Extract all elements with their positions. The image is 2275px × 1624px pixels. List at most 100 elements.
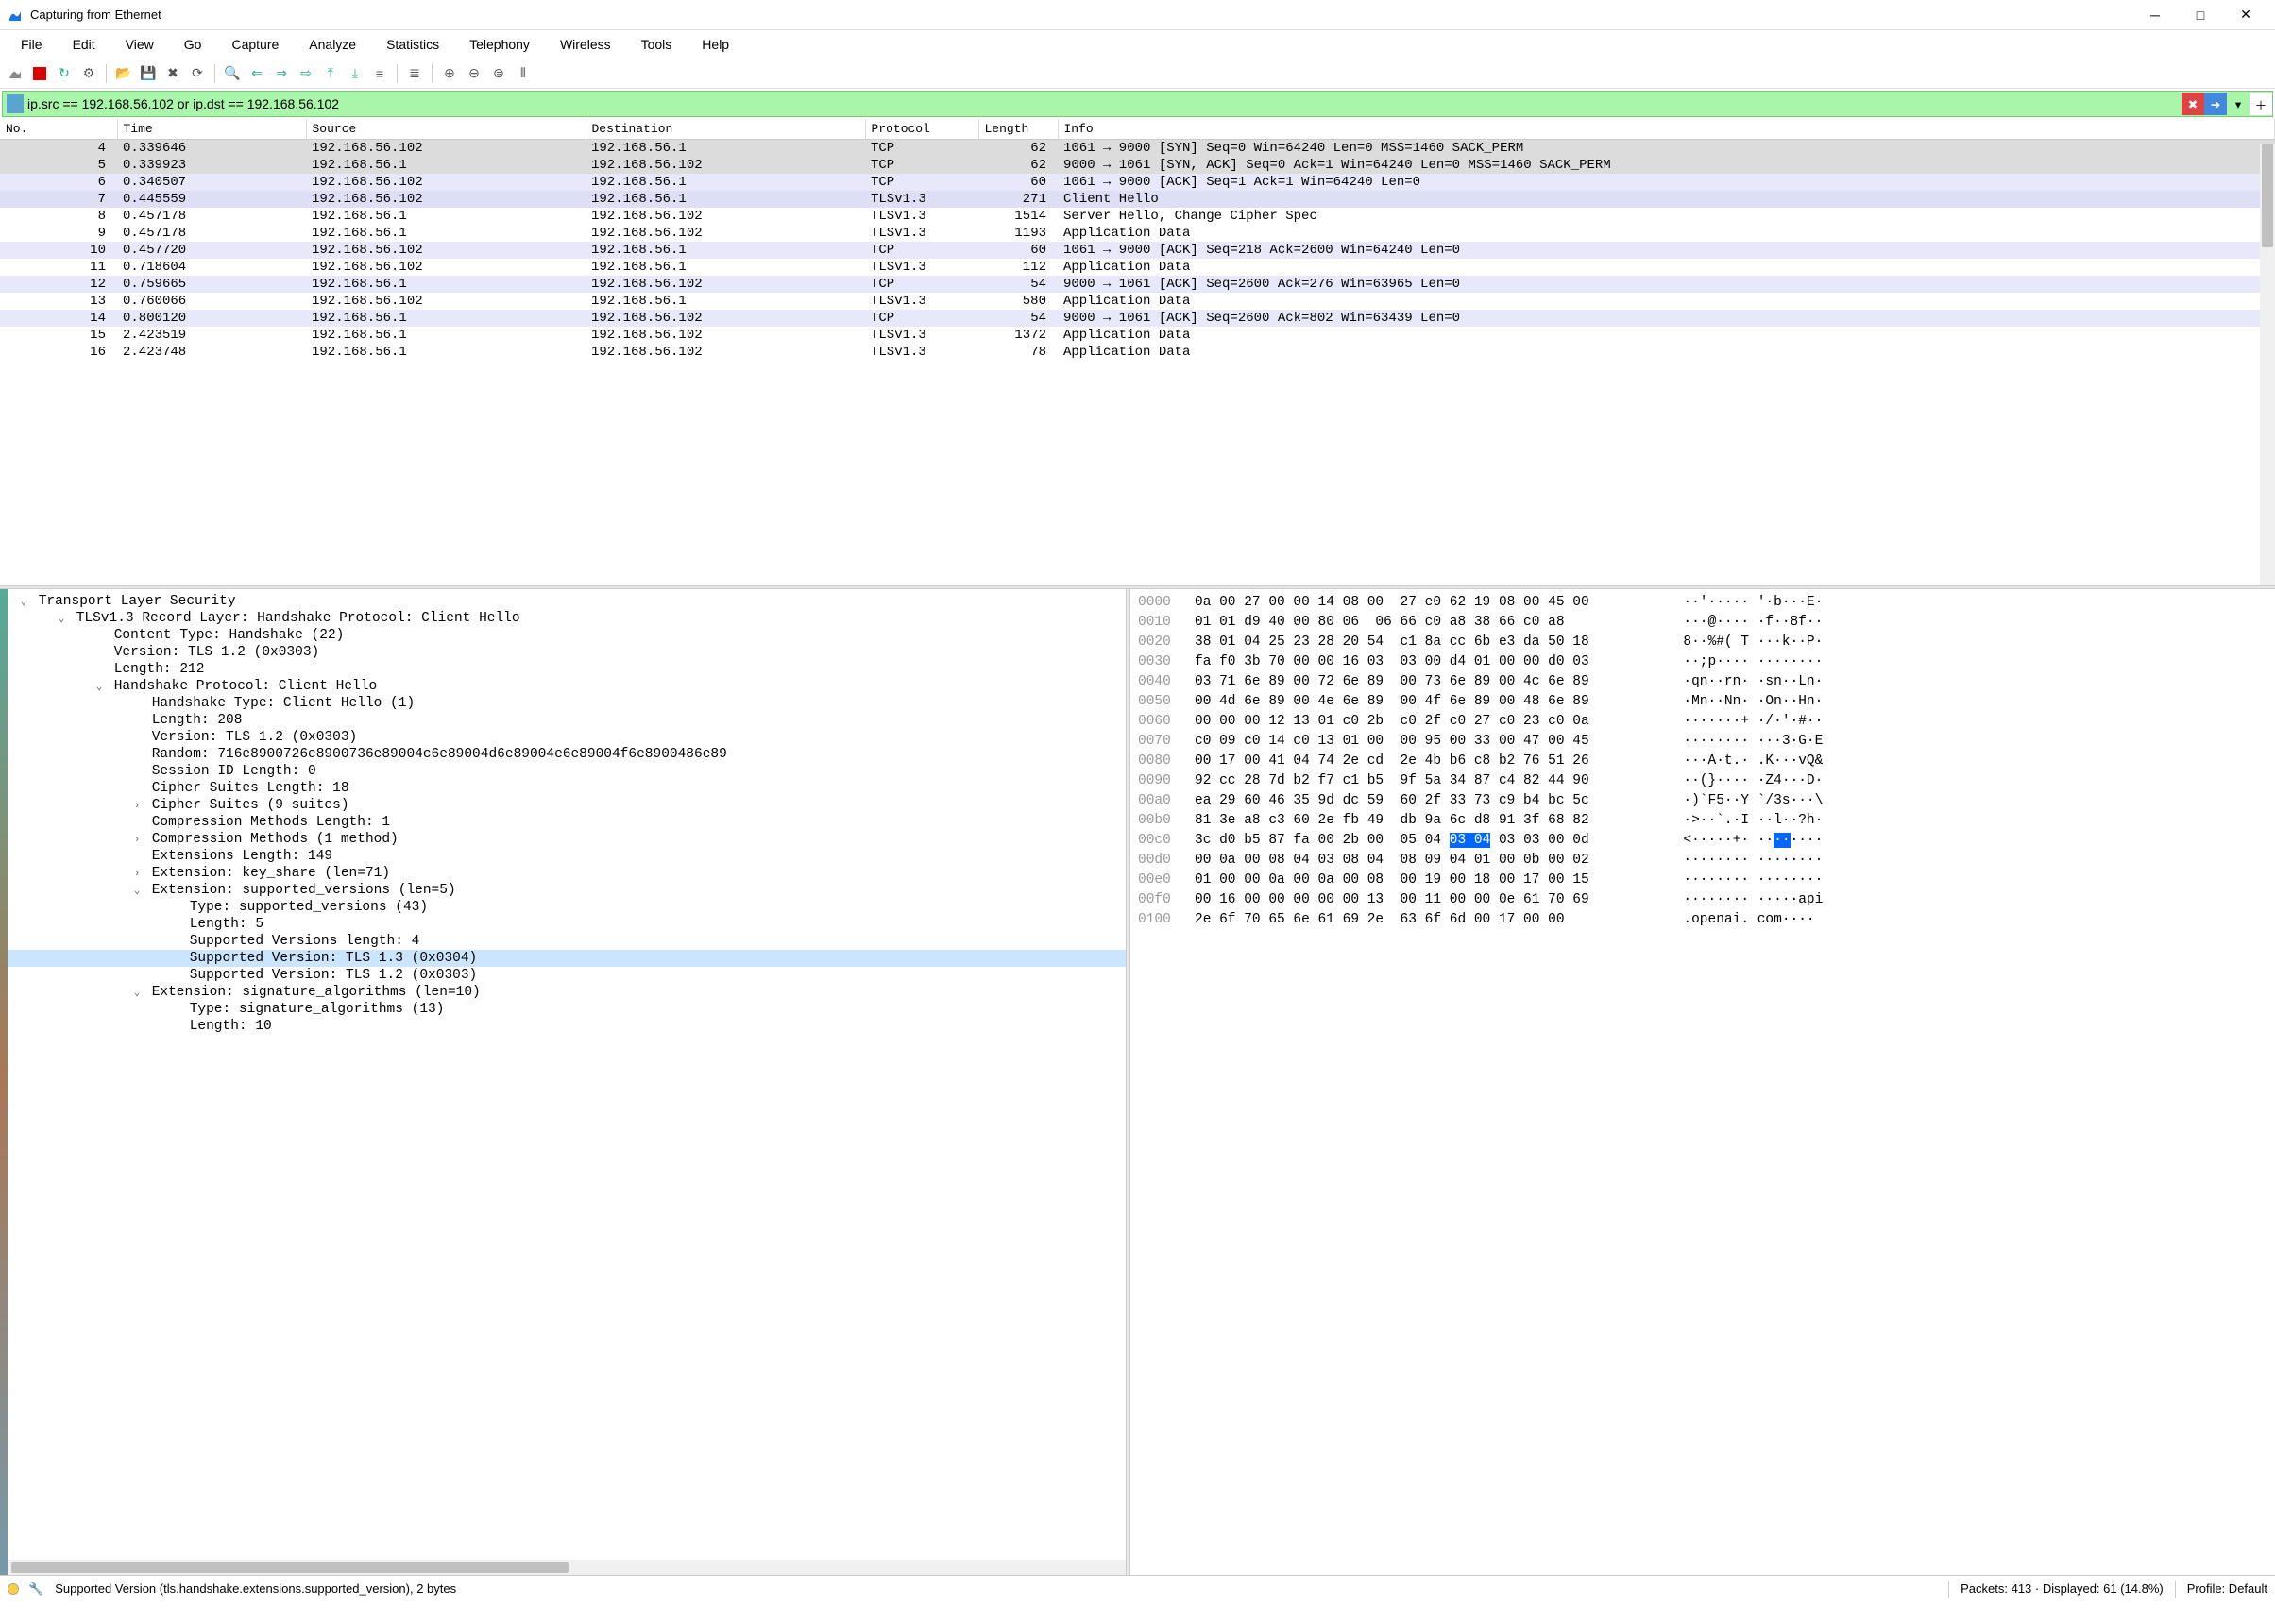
hex-row[interactable]: 0030fa f0 3b 70 00 00 16 03 03 00 d4 01 …: [1138, 652, 2267, 672]
hex-row[interactable]: 004003 71 6e 89 00 72 6e 89 00 73 6e 89 …: [1138, 672, 2267, 692]
tree-node[interactable]: Supported Versions length: 4: [8, 933, 1126, 950]
go-first-button[interactable]: ⤒: [319, 62, 342, 85]
menu-analyze[interactable]: Analyze: [296, 33, 369, 56]
zoom-out-button[interactable]: ⊖: [463, 62, 485, 85]
menu-edit[interactable]: Edit: [59, 33, 109, 56]
col-header-length[interactable]: Length: [978, 119, 1058, 140]
packet-list-scrollbar[interactable]: [2260, 144, 2275, 585]
packet-row[interactable]: 162.423748192.168.56.1192.168.56.102TLSv…: [0, 344, 2275, 361]
hex-row[interactable]: 00a0ea 29 60 46 35 9d dc 59 60 2f 33 73 …: [1138, 791, 2267, 811]
capture-file-properties-icon[interactable]: 🔧: [28, 1582, 43, 1597]
hex-row[interactable]: 00b081 3e a8 c3 60 2e fb 49 db 9a 6c d8 …: [1138, 811, 2267, 831]
tree-node[interactable]: Length: 10: [8, 1018, 1126, 1035]
packet-row[interactable]: 80.457178192.168.56.1192.168.56.102TLSv1…: [0, 208, 2275, 225]
packet-row[interactable]: 50.339923192.168.56.1192.168.56.102TCP62…: [0, 157, 2275, 174]
caret-down-icon[interactable]: ⌄: [93, 680, 106, 693]
expert-info-led-icon[interactable]: [8, 1583, 19, 1595]
tree-node[interactable]: Content Type: Handshake (22): [8, 627, 1126, 644]
tree-node[interactable]: › Cipher Suites (9 suites): [8, 797, 1126, 814]
col-header-protocol[interactable]: Protocol: [865, 119, 978, 140]
clear-filter-button[interactable]: ✖: [2182, 93, 2204, 115]
hex-row[interactable]: 009092 cc 28 7d b2 f7 c1 b5 9f 5a 34 87 …: [1138, 771, 2267, 791]
col-header-destination[interactable]: Destination: [586, 119, 865, 140]
tree-node[interactable]: Supported Version: TLS 1.3 (0x0304): [8, 950, 1126, 967]
stop-capture-button[interactable]: [28, 62, 51, 85]
go-forward-button[interactable]: ⇒: [270, 62, 293, 85]
packet-row[interactable]: 120.759665192.168.56.1192.168.56.102TCP5…: [0, 276, 2275, 293]
packet-row[interactable]: 140.800120192.168.56.1192.168.56.102TCP5…: [0, 310, 2275, 327]
menu-help[interactable]: Help: [688, 33, 742, 56]
packet-row[interactable]: 110.718604192.168.56.102192.168.56.1TLSv…: [0, 259, 2275, 276]
menu-telephony[interactable]: Telephony: [456, 33, 543, 56]
hex-row[interactable]: 001001 01 d9 40 00 80 06 06 66 c0 a8 38 …: [1138, 613, 2267, 633]
packet-row[interactable]: 152.423519192.168.56.1192.168.56.102TLSv…: [0, 327, 2275, 344]
caret-down-icon[interactable]: ⌄: [130, 884, 144, 897]
menu-tools[interactable]: Tools: [628, 33, 686, 56]
tree-node[interactable]: ⌄ Extension: signature_algorithms (len=1…: [8, 984, 1126, 1001]
zoom-in-button[interactable]: ⊕: [438, 62, 461, 85]
hex-row[interactable]: 00e001 00 00 0a 00 0a 00 08 00 19 00 18 …: [1138, 871, 2267, 890]
hex-row[interactable]: 00c03c d0 b5 87 fa 00 2b 00 05 04 03 04 …: [1138, 831, 2267, 851]
go-to-packet-button[interactable]: ⇨: [295, 62, 317, 85]
save-file-button[interactable]: 💾: [137, 62, 160, 85]
packet-row[interactable]: 90.457178192.168.56.1192.168.56.102TLSv1…: [0, 225, 2275, 242]
go-back-button[interactable]: ⇐: [246, 62, 268, 85]
find-packet-button[interactable]: 🔍: [221, 62, 244, 85]
caret-down-icon[interactable]: ⌄: [17, 595, 30, 608]
tree-node[interactable]: Compression Methods Length: 1: [8, 814, 1126, 831]
tree-node[interactable]: Type: signature_algorithms (13): [8, 1001, 1126, 1018]
tree-node[interactable]: Supported Version: TLS 1.2 (0x0303): [8, 967, 1126, 984]
colorize-button[interactable]: ≣: [403, 62, 426, 85]
tree-node[interactable]: Version: TLS 1.2 (0x0303): [8, 644, 1126, 661]
tree-node[interactable]: Length: 5: [8, 916, 1126, 933]
caret-right-icon[interactable]: ›: [130, 869, 144, 880]
tree-node[interactable]: Length: 208: [8, 712, 1126, 729]
caret-right-icon[interactable]: ›: [130, 801, 144, 812]
col-header-time[interactable]: Time: [117, 119, 306, 140]
tree-node[interactable]: Session ID Length: 0: [8, 763, 1126, 780]
tree-node[interactable]: Handshake Type: Client Hello (1): [8, 695, 1126, 712]
resize-columns-button[interactable]: ⫴: [512, 62, 535, 85]
reload-button[interactable]: ⟳: [186, 62, 209, 85]
col-header-info[interactable]: Info: [1058, 119, 2275, 140]
caret-right-icon[interactable]: ›: [130, 835, 144, 846]
status-profile[interactable]: Profile: Default: [2187, 1582, 2267, 1596]
add-filter-button[interactable]: ＋: [2250, 93, 2272, 115]
tree-node[interactable]: › Extension: key_share (len=71): [8, 865, 1126, 882]
tree-node[interactable]: Length: 212: [8, 661, 1126, 678]
capture-options-button[interactable]: ⚙: [77, 62, 100, 85]
hex-row[interactable]: 008000 17 00 41 04 74 2e cd 2e 4b b6 c8 …: [1138, 752, 2267, 771]
tree-node[interactable]: › Compression Methods (1 method): [8, 831, 1126, 848]
close-button[interactable]: ✕: [2224, 2, 2267, 28]
shark-fin-icon[interactable]: [4, 62, 26, 85]
packet-row[interactable]: 100.457720192.168.56.102192.168.56.1TCP6…: [0, 242, 2275, 259]
hex-row[interactable]: 00000a 00 27 00 00 14 08 00 27 e0 62 19 …: [1138, 593, 2267, 613]
maximize-button[interactable]: □: [2179, 2, 2222, 28]
tree-node[interactable]: Cipher Suites Length: 18: [8, 780, 1126, 797]
menu-capture[interactable]: Capture: [218, 33, 292, 56]
hex-row[interactable]: 002038 01 04 25 23 28 20 54 c1 8a cc 6b …: [1138, 633, 2267, 652]
display-filter-input[interactable]: [27, 96, 2182, 111]
packet-row[interactable]: 130.760066192.168.56.102192.168.56.1TLSv…: [0, 293, 2275, 310]
tree-node[interactable]: Version: TLS 1.2 (0x0303): [8, 729, 1126, 746]
tree-node[interactable]: ⌄ Transport Layer Security: [8, 593, 1126, 610]
tree-node[interactable]: Random: 716e8900726e8900736e89004c6e8900…: [8, 746, 1126, 763]
packet-details-pane[interactable]: ⌄ Transport Layer Security⌄ TLSv1.3 Reco…: [8, 589, 1126, 1575]
restart-capture-button[interactable]: ↻: [53, 62, 76, 85]
hex-row[interactable]: 005000 4d 6e 89 00 4e 6e 89 00 4f 6e 89 …: [1138, 692, 2267, 712]
tree-node[interactable]: ⌄ TLSv1.3 Record Layer: Handshake Protoc…: [8, 610, 1126, 627]
menu-wireless[interactable]: Wireless: [547, 33, 624, 56]
caret-down-icon[interactable]: ⌄: [130, 986, 144, 999]
hex-row[interactable]: 01002e 6f 70 65 6e 61 69 2e 63 6f 6d 00 …: [1138, 910, 2267, 930]
zoom-reset-button[interactable]: ⊜: [487, 62, 510, 85]
packet-list[interactable]: No. Time Source Destination Protocol Len…: [0, 119, 2275, 585]
auto-scroll-button[interactable]: ≡: [368, 62, 391, 85]
minimize-button[interactable]: ─: [2133, 2, 2177, 28]
packet-row[interactable]: 40.339646192.168.56.102192.168.56.1TCP62…: [0, 140, 2275, 158]
go-last-button[interactable]: ⤓: [344, 62, 366, 85]
col-header-no[interactable]: No.: [0, 119, 117, 140]
hex-row[interactable]: 00f000 16 00 00 00 00 00 13 00 11 00 00 …: [1138, 890, 2267, 910]
menu-view[interactable]: View: [112, 33, 167, 56]
tree-node[interactable]: ⌄ Extension: supported_versions (len=5): [8, 882, 1126, 899]
close-file-button[interactable]: ✖: [161, 62, 184, 85]
